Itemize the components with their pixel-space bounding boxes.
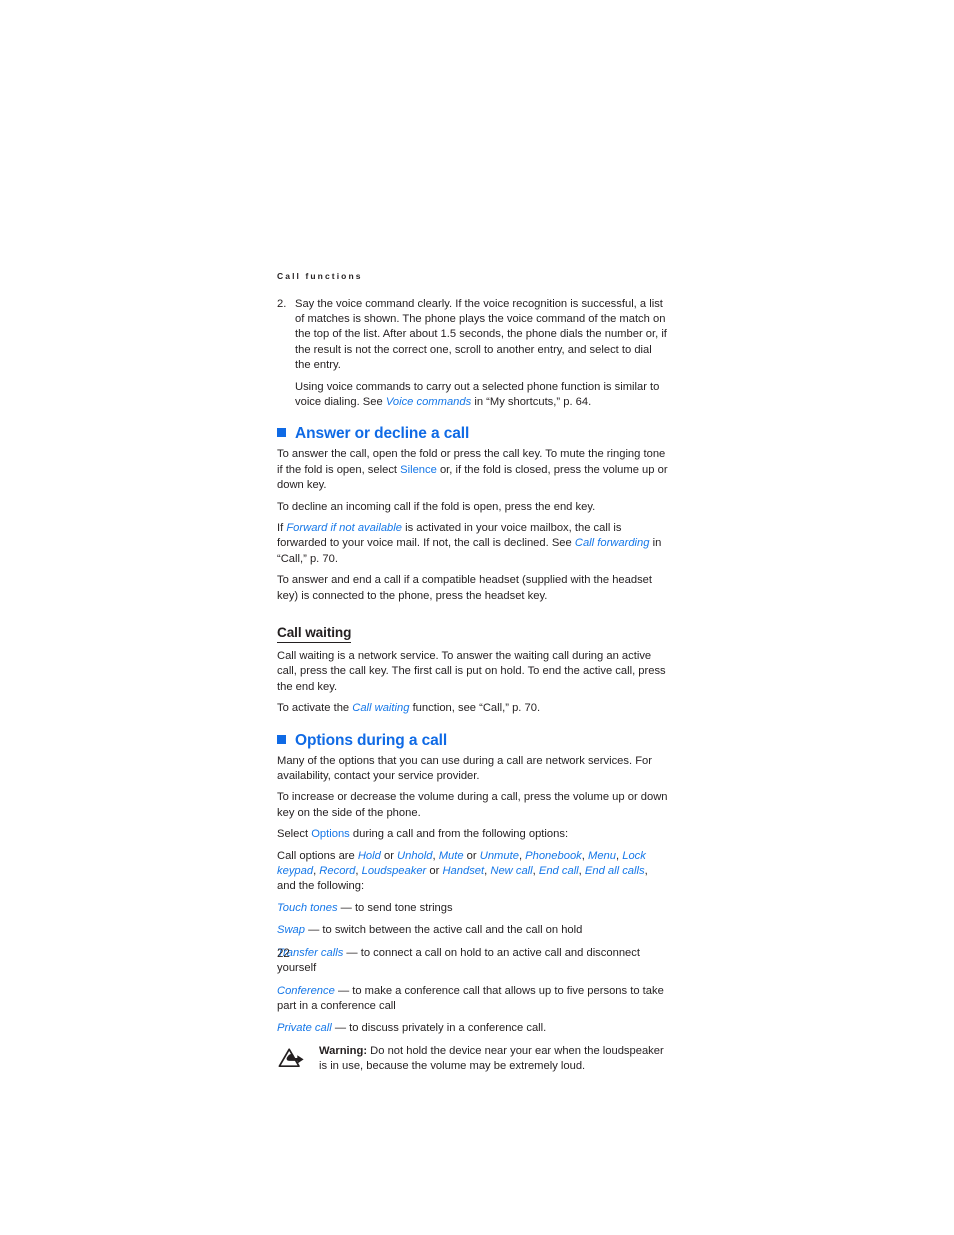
list-item: Touch tones — to send tone strings [277, 901, 668, 916]
answer-paragraph-3: If Forward if not available is activated… [277, 521, 668, 567]
subsection-heading-call-waiting: Call waiting [277, 624, 351, 643]
options-paragraph-2: To increase or decrease the volume durin… [277, 791, 668, 819]
cw-p2-b: function, see “Call,” p. 70. [409, 702, 541, 715]
step-paragraph-1: Say the voice command clearly. If the vo… [295, 297, 667, 372]
option-phonebook[interactable]: Phonebook [525, 850, 582, 862]
link-voice-commands[interactable]: Voice commands [386, 396, 471, 408]
section-heading-options-during-a-call: Options during a call [277, 731, 668, 750]
numbered-step: 2. Say the voice command clearly. If the… [277, 297, 668, 411]
warning-label: Warning: [319, 1044, 368, 1057]
answer-p3-a: If [277, 521, 287, 534]
link-forward-if-not-available[interactable]: Forward if not available [286, 522, 402, 534]
option-description: — to discuss privately in a conference c… [331, 1022, 547, 1035]
step-body: Say the voice command clearly. If the vo… [295, 297, 668, 411]
blue-square-bullet-icon [277, 428, 286, 438]
option-mute[interactable]: Mute [439, 850, 464, 862]
option-description: — to switch between the active call and … [305, 924, 583, 937]
answer-paragraph-2: To decline an incoming call if the fold … [277, 500, 596, 513]
option-end-all-calls[interactable]: End all calls [585, 865, 645, 877]
option-conference[interactable]: Conference [277, 985, 335, 997]
call-waiting-paragraph-1: Call waiting is a network service. To an… [277, 650, 666, 693]
section-heading-label: Options during a call [295, 731, 448, 749]
options-paragraph-1: Many of the options that you can use dur… [277, 754, 652, 783]
link-silence[interactable]: Silence [400, 464, 437, 476]
sep: or [380, 849, 398, 862]
option-menu[interactable]: Menu [588, 850, 616, 862]
list-item: Transfer calls — to connect a call on ho… [277, 946, 668, 977]
sep: or [463, 849, 480, 862]
call-options-lead: Call options are [277, 849, 358, 862]
running-head: Call functions [277, 271, 363, 281]
options-paragraph-3: Select Options during a call and from th… [277, 827, 668, 842]
option-record[interactable]: Record [319, 865, 355, 877]
warning-triangle-hand-icon [277, 1044, 319, 1075]
option-touch-tones[interactable]: Touch tones [277, 902, 338, 914]
step-number: 2. [277, 297, 287, 310]
call-options-list-paragraph: Call options are Hold or Unhold, Mute or… [277, 849, 668, 895]
section-heading-label: Answer or decline a call [295, 425, 470, 443]
list-item: Conference — to make a conference call t… [277, 984, 668, 1015]
call-waiting-heading-wrap: Call waiting [277, 610, 668, 646]
sep: or [426, 865, 443, 878]
call-waiting-paragraph-2: To activate the Call waiting function, s… [277, 701, 668, 716]
option-loudspeaker[interactable]: Loudspeaker [362, 865, 427, 877]
opt-p3-a: Select [277, 828, 312, 841]
blue-square-bullet-icon [277, 734, 286, 744]
option-hold[interactable]: Hold [358, 850, 381, 862]
warning-text: Warning: Do not hold the device near you… [319, 1044, 668, 1075]
option-new-call[interactable]: New call [490, 865, 532, 877]
opt-p3-b: during a call and from the following opt… [349, 828, 569, 841]
document-page: Call functions 2. Say the voice command … [277, 272, 668, 1075]
option-private-call[interactable]: Private call [277, 1022, 332, 1034]
step-p2-post: in “My shortcuts,” p. 64. [471, 395, 592, 408]
link-call-waiting[interactable]: Call waiting [352, 702, 409, 714]
link-options[interactable]: Options [311, 828, 350, 840]
cw-p2-a: To activate the [277, 702, 353, 715]
answer-paragraph-1: To answer the call, open the fold or pre… [277, 447, 668, 493]
section-heading-answer-or-decline: Answer or decline a call [277, 424, 668, 443]
option-description: — to make a conference call that allows … [277, 984, 664, 1012]
step-paragraph-2: Using voice commands to carry out a sele… [295, 380, 668, 411]
answer-paragraph-4: To answer and end a call if a compatible… [277, 574, 653, 602]
list-item: Swap — to switch between the active call… [277, 923, 668, 938]
option-unhold[interactable]: Unhold [397, 850, 432, 862]
list-item: Private call — to discuss privately in a… [277, 1021, 668, 1036]
link-call-forwarding[interactable]: Call forwarding [575, 537, 650, 549]
option-definition-list: Touch tones — to send tone strings Swap … [277, 901, 668, 1037]
option-end-call[interactable]: End call [539, 865, 579, 877]
option-description: — to send tone strings [337, 901, 453, 914]
warning-note: Warning: Do not hold the device near you… [277, 1044, 668, 1075]
option-unmute[interactable]: Unmute [480, 850, 519, 862]
page-number: 22 [277, 948, 290, 960]
option-swap[interactable]: Swap [277, 924, 305, 936]
option-handset[interactable]: Handset [442, 865, 484, 877]
warning-body: Do not hold the device near your ear whe… [319, 1044, 664, 1073]
